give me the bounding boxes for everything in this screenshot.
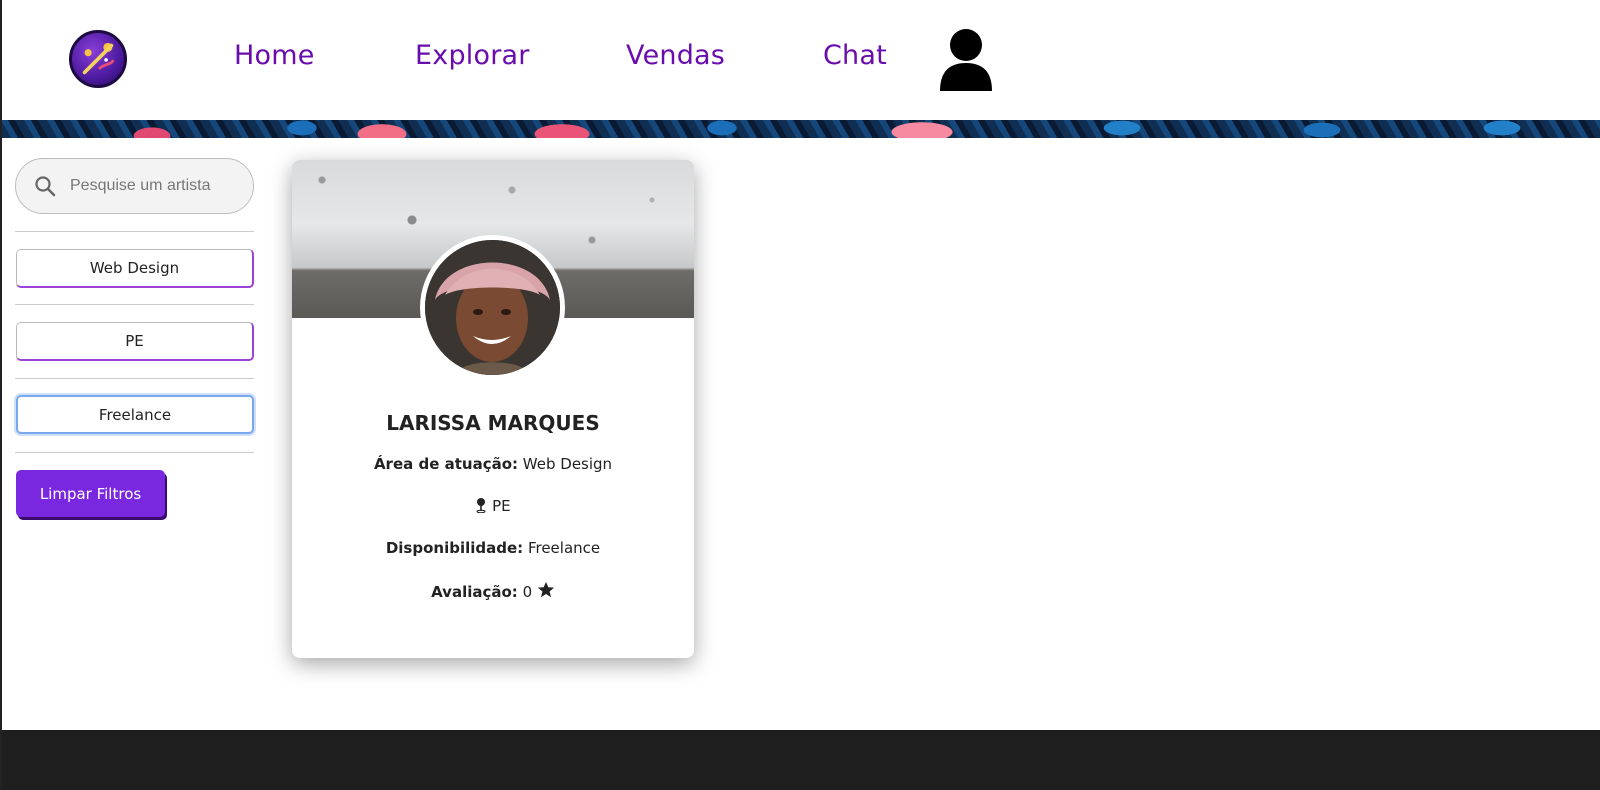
artist-name: LARISSA MARQUES xyxy=(386,411,600,435)
area-row: Área de atuação: Web Design xyxy=(292,455,694,473)
divider xyxy=(15,378,254,379)
nav-explorar-link[interactable]: Explorar xyxy=(415,40,530,71)
location-row: PE xyxy=(292,497,694,517)
search-icon xyxy=(34,175,56,197)
artist-card[interactable]: LARISSA MARQUES Área de atuação: Web Des… xyxy=(292,160,694,658)
rating-row: Avaliação: 0 xyxy=(292,581,694,603)
area-value: Web Design xyxy=(522,455,613,473)
nav-home-link[interactable]: Home xyxy=(234,40,315,71)
footer xyxy=(2,730,1600,790)
availability-value: Freelance xyxy=(527,539,601,557)
location-value: PE xyxy=(492,497,511,515)
user-profile-icon[interactable] xyxy=(938,27,994,93)
rating-label: Avaliação: xyxy=(431,583,518,601)
header: Home Explorar Vendas Chat xyxy=(2,0,1600,120)
divider xyxy=(15,452,254,453)
star-icon xyxy=(537,581,555,603)
area-label: Área de atuação: xyxy=(373,455,519,473)
search-box[interactable] xyxy=(15,158,254,214)
availability-row: Disponibilidade: Freelance xyxy=(292,539,694,557)
decorative-banner xyxy=(2,120,1600,138)
rating-value: 0 xyxy=(522,583,533,601)
search-input[interactable] xyxy=(70,177,240,195)
filter-state-select[interactable]: PE xyxy=(16,322,254,361)
avatar xyxy=(420,235,565,380)
filter-area-select[interactable]: Web Design xyxy=(16,249,254,288)
clear-filters-button[interactable]: Limpar Filtros xyxy=(16,470,165,517)
nav-vendas-link[interactable]: Vendas xyxy=(626,40,725,71)
divider xyxy=(15,304,254,305)
location-pin-icon xyxy=(475,497,487,517)
availability-label: Disponibilidade: xyxy=(385,539,524,557)
logo-icon[interactable] xyxy=(69,30,127,88)
divider xyxy=(15,231,254,232)
nav-chat-link[interactable]: Chat xyxy=(823,40,887,71)
filter-availability-select[interactable]: Freelance xyxy=(16,395,254,434)
